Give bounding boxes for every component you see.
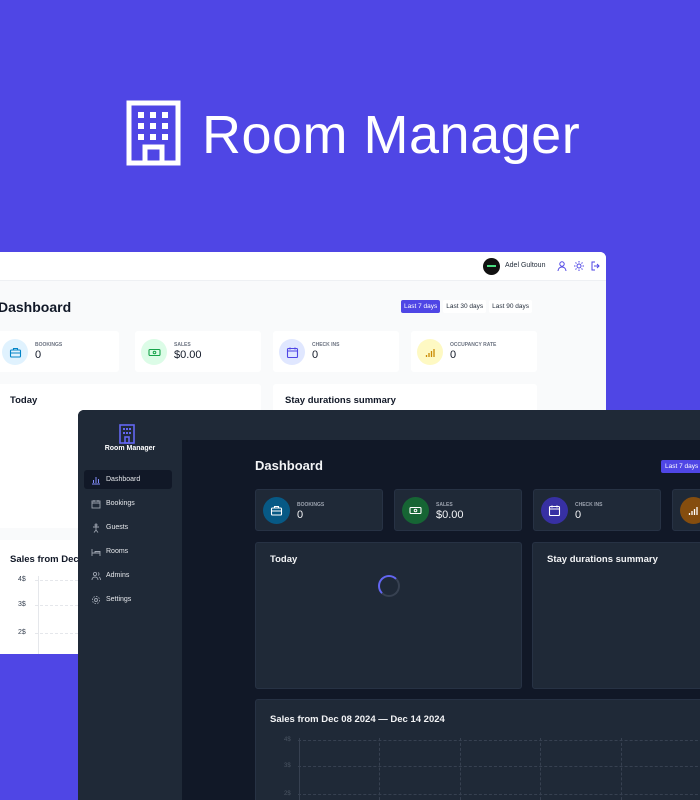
y-tick: 2$	[18, 629, 26, 636]
stat-card-occupancy-rate	[672, 489, 700, 531]
stat-label: CHECK INS	[575, 502, 603, 508]
grid-line	[298, 794, 700, 795]
stat-value: 0	[312, 349, 319, 361]
filter-last-30-days[interactable]: Last 30 days	[443, 300, 487, 313]
grid-line	[298, 766, 700, 767]
y-tick: 3$	[18, 601, 26, 608]
grid-line	[379, 738, 380, 800]
stat-value: 0	[575, 509, 582, 521]
sidebar-item-label: Admins	[106, 572, 130, 579]
stat-value: 0	[297, 509, 304, 521]
stat-card-check-ins: CHECK INS 0	[273, 331, 399, 372]
stat-value: $0.00	[174, 349, 202, 361]
stat-value: 0	[450, 349, 457, 361]
grid-line	[35, 580, 78, 581]
sidebar-item-rooms[interactable]: Rooms	[84, 542, 172, 561]
bed-icon	[91, 548, 101, 556]
loading-spinner-icon	[378, 575, 400, 597]
filter-last-7-days[interactable]: Last 7 days	[661, 460, 700, 473]
panel-title: Stay durations summary	[547, 554, 658, 565]
users-icon	[91, 571, 101, 580]
person-icon	[93, 523, 99, 533]
sidebar-item-bookings[interactable]: Bookings	[84, 494, 172, 513]
sidebar-item-label: Rooms	[106, 548, 129, 555]
panel-title: Sales from Dec	[10, 554, 79, 565]
panel-title: Sales from Dec 08 2024 — Dec 14 2024	[270, 714, 445, 725]
stat-value: $0.00	[436, 509, 464, 521]
stay-durations-panel: Stay durations summary	[532, 542, 700, 689]
today-panel: Today	[255, 542, 522, 689]
grid-line	[540, 738, 541, 800]
dark-dashboard-window: Room Manager Dashboard Bookings Guests R…	[78, 410, 700, 800]
top-bar	[182, 410, 700, 440]
grid-line	[298, 740, 700, 741]
stat-label: CHECK INS	[312, 342, 340, 348]
stat-card-sales: SALES $0.00	[135, 331, 261, 372]
y-tick: 4$	[284, 737, 291, 743]
calendar-icon	[541, 497, 568, 524]
sidebar-item-label: Guests	[106, 524, 129, 531]
panel-title: Stay durations summary	[285, 395, 396, 406]
panel-title: Today	[10, 395, 38, 406]
banknote-icon	[402, 497, 429, 524]
grid-line	[35, 633, 78, 634]
building-icon	[119, 424, 135, 444]
grid-line	[35, 605, 78, 606]
sales-panel: Sales from Dec 4$ 3$ 2$	[0, 540, 79, 654]
avatar[interactable]	[483, 258, 500, 275]
page-title: Dashboard	[255, 458, 323, 473]
stat-label: SALES	[174, 342, 191, 348]
sidebar-item-dashboard[interactable]: Dashboard	[84, 470, 172, 489]
hero-title: Room Manager	[202, 105, 581, 165]
stat-label: SALES	[436, 502, 453, 508]
grid-line	[621, 738, 622, 800]
y-tick: 4$	[18, 576, 26, 583]
stat-card-occupancy-rate: OCCUPANCY RATE 0	[411, 331, 537, 372]
chart-bars-icon	[680, 497, 700, 524]
y-tick: 2$	[284, 791, 291, 797]
stat-card-bookings: BOOKINGS 0	[255, 489, 383, 531]
filter-last-90-days[interactable]: Last 90 days	[489, 300, 532, 313]
sidebar-item-admins[interactable]: Admins	[84, 566, 172, 585]
sidebar-item-label: Bookings	[106, 500, 135, 507]
chart-bars-icon	[417, 339, 443, 365]
briefcase-icon	[2, 339, 28, 365]
sales-panel: Sales from Dec 08 2024 — Dec 14 2024 4$ …	[255, 699, 700, 800]
sidebar-item-label: Settings	[106, 596, 132, 603]
calendar-icon	[91, 499, 101, 508]
gear-icon	[91, 595, 101, 604]
page-title: Dashboard	[0, 299, 72, 315]
y-axis-line	[38, 576, 39, 654]
y-tick: 3$	[284, 763, 291, 769]
sun-icon[interactable]	[573, 260, 585, 272]
user-icon[interactable]	[556, 260, 568, 272]
filter-last-7-days[interactable]: Last 7 days	[401, 300, 441, 313]
chart-bars-icon	[92, 476, 100, 484]
sidebar-item-guests[interactable]: Guests	[84, 518, 172, 537]
stat-card-sales: SALES $0.00	[394, 489, 522, 531]
date-filter: Last 7 days Last 30 days Last 90 days	[401, 300, 532, 313]
stat-value: 0	[35, 349, 42, 361]
stat-card-check-ins: CHECK INS 0	[533, 489, 661, 531]
building-icon	[126, 100, 181, 166]
briefcase-icon	[263, 497, 290, 524]
user-name: Adel Gultoun	[505, 262, 546, 269]
stat-label: BOOKINGS	[297, 502, 325, 508]
stat-label: BOOKINGS	[35, 342, 63, 348]
sidebar-item-label: Dashboard	[106, 476, 141, 483]
y-axis-line	[299, 738, 300, 800]
logout-icon[interactable]	[590, 260, 602, 272]
sidebar-item-settings[interactable]: Settings	[84, 590, 172, 609]
top-bar: Adel Gultoun	[0, 252, 606, 281]
grid-line	[460, 738, 461, 800]
sidebar-brand: Room Manager	[104, 445, 156, 452]
panel-title: Today	[270, 554, 298, 565]
sidebar: Room Manager Dashboard Bookings Guests R…	[78, 410, 182, 800]
calendar-icon	[279, 339, 305, 365]
stat-card-bookings: BOOKINGS 0	[0, 331, 119, 372]
stat-label: OCCUPANCY RATE	[450, 342, 497, 348]
banknote-icon	[141, 339, 167, 365]
